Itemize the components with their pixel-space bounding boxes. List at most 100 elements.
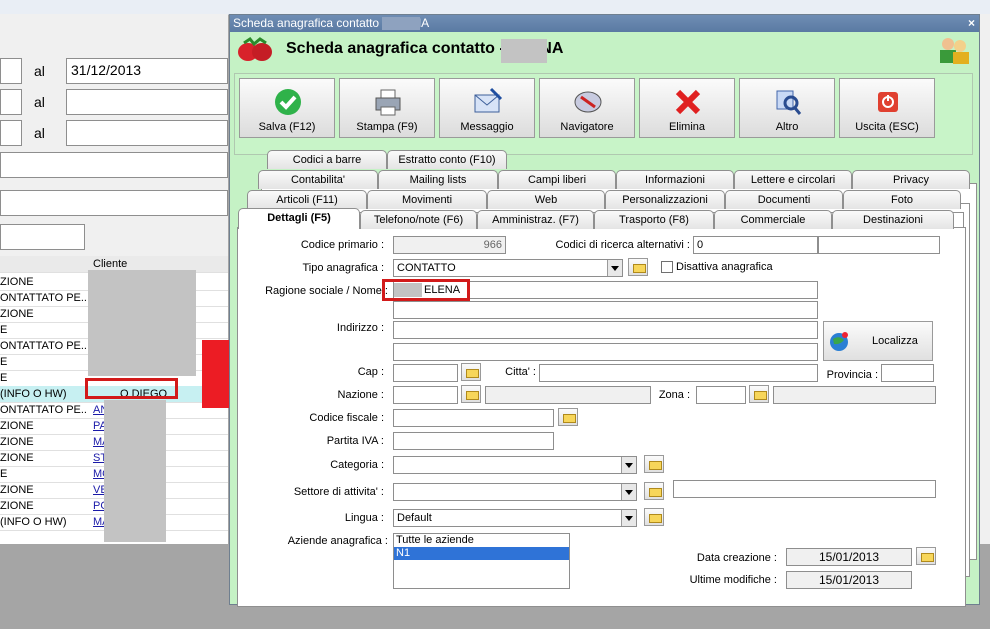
codice-fiscale-field[interactable]	[393, 409, 554, 427]
codice-primario-field[interactable]: 966	[393, 236, 506, 254]
tab-documenti[interactable]: Documenti	[725, 190, 843, 209]
lingua-select[interactable]: Default	[393, 509, 637, 527]
message-button[interactable]: Messaggio	[439, 78, 535, 138]
tab-lettere-circolari[interactable]: Lettere e circolari	[734, 170, 852, 189]
more-label: Altro	[775, 121, 799, 133]
check-icon	[275, 89, 301, 115]
chevron-down-icon[interactable]	[621, 510, 636, 526]
tipo-anagrafica-value: CONTATTO	[397, 262, 456, 274]
tab-personalizzazioni[interactable]: Personalizzazioni	[605, 190, 725, 209]
grid-cell-status: (INFO O HW)	[0, 516, 67, 528]
disattiva-checkbox[interactable]	[661, 261, 673, 273]
users-icon	[940, 38, 969, 64]
provincia-label: Provincia :	[826, 369, 878, 381]
tab-foto[interactable]: Foto	[843, 190, 961, 209]
navigator-button[interactable]: Navigatore	[539, 78, 635, 138]
tab-web[interactable]: Web	[487, 190, 605, 209]
chevron-down-icon[interactable]	[621, 457, 636, 473]
filter-input-wide-2[interactable]	[0, 190, 228, 216]
provincia-field[interactable]	[881, 364, 934, 382]
categoria-folder-icon[interactable]	[644, 455, 664, 473]
aziende-item-tutte[interactable]: Tutte le aziende	[394, 534, 569, 547]
grid-cell-status: ZIONE	[0, 484, 34, 496]
tab-destinazioni[interactable]: Destinazioni	[832, 210, 954, 229]
exit-button[interactable]: Uscita (ESC)	[839, 78, 935, 138]
tab-articoli[interactable]: Articoli (F11)	[247, 190, 367, 209]
tab-codici-a-barre[interactable]: Codici a barre	[267, 150, 387, 169]
zona-label: Zona :	[658, 389, 690, 401]
zona-field[interactable]	[696, 386, 746, 404]
localizza-button[interactable]: Localizza	[823, 321, 933, 361]
codici-ricerca-label: Codici di ricerca alternativi :	[555, 239, 691, 251]
close-icon[interactable]: ×	[968, 15, 975, 32]
date-from-input[interactable]	[0, 58, 22, 84]
grid-cell-status: E	[0, 468, 8, 480]
tab-telefono-note[interactable]: Telefono/note (F6)	[360, 210, 477, 229]
range-from-input-2[interactable]	[0, 89, 22, 115]
save-label: Salva (F12)	[258, 121, 316, 133]
exit-icon	[878, 92, 898, 112]
tab-mailing-lists[interactable]: Mailing lists	[378, 170, 498, 189]
localizza-label: Localizza	[872, 335, 918, 347]
redaction-block-1	[88, 270, 196, 376]
lingua-value: Default	[397, 512, 432, 524]
cap-field[interactable]	[393, 364, 458, 382]
settore-select[interactable]	[393, 483, 637, 501]
delete-label: Elimina	[668, 121, 706, 133]
tab-amministrazione[interactable]: Amministraz. (F7)	[477, 210, 594, 229]
more-button[interactable]: Altro	[739, 78, 835, 138]
aziende-listbox[interactable]: Tutte le aziende N1	[393, 533, 570, 589]
codice-fiscale-folder-icon[interactable]	[558, 408, 578, 426]
indirizzo-field-2[interactable]	[393, 343, 818, 361]
nazione-field[interactable]	[393, 386, 458, 404]
lingua-folder-icon[interactable]	[644, 508, 664, 526]
indirizzo-field[interactable]	[393, 321, 818, 339]
nazione-folder-icon[interactable]	[461, 385, 481, 403]
tab-dettagli[interactable]: Dettagli (F5)	[238, 208, 360, 229]
date-to-input[interactable]: 31/12/2013	[66, 58, 228, 84]
cap-folder-icon[interactable]	[461, 363, 481, 381]
tab-commerciale[interactable]: Commerciale	[714, 210, 832, 229]
filter-input-wide-1[interactable]	[0, 152, 228, 178]
grid-cell-status: E	[0, 324, 8, 336]
magnifier-icon	[776, 90, 802, 115]
title-redaction	[382, 17, 420, 30]
range-to-input-3[interactable]	[66, 120, 228, 146]
settore-folder-icon[interactable]	[644, 482, 664, 500]
codici-ricerca-field[interactable]: 0	[693, 236, 818, 254]
partita-iva-field[interactable]	[393, 432, 554, 450]
print-label: Stampa (F9)	[356, 121, 418, 133]
tab-informazioni[interactable]: Informazioni	[616, 170, 734, 189]
chevron-down-icon[interactable]	[607, 260, 622, 276]
zona-folder-icon[interactable]	[749, 385, 769, 403]
ragione-sociale-field-2[interactable]	[393, 301, 818, 319]
print-button[interactable]: Stampa (F9)	[339, 78, 435, 138]
save-button[interactable]: Salva (F12)	[239, 78, 335, 138]
categoria-select[interactable]	[393, 456, 637, 474]
al-label-2: al	[34, 94, 45, 110]
aziende-item-n1[interactable]: N1	[394, 547, 569, 560]
settore-description-field[interactable]	[673, 480, 936, 498]
dialog-title-bar[interactable]: Scheda anagrafica contatto - ELENA ×	[230, 15, 979, 32]
filter-input-small[interactable]	[0, 224, 85, 250]
highlight-name-field	[382, 279, 470, 301]
tipo-anagrafica-select[interactable]: CONTATTO	[393, 259, 623, 277]
chevron-down-icon[interactable]	[621, 484, 636, 500]
delete-button[interactable]: Elimina	[639, 78, 735, 138]
tab-trasporto[interactable]: Trasporto (F8)	[594, 210, 714, 229]
tab-movimenti[interactable]: Movimenti	[367, 190, 487, 209]
cap-label: Cap :	[357, 366, 384, 378]
contact-detail-dialog: Scheda anagrafica contatto - ELENA × Sch…	[229, 14, 980, 607]
codici-ricerca-field-2[interactable]	[818, 236, 940, 254]
tab-contabilita[interactable]: Contabilita'	[258, 170, 378, 189]
tab-campi-liberi[interactable]: Campi liberi	[498, 170, 616, 189]
citta-field[interactable]	[539, 364, 818, 382]
al-label-1: al	[34, 63, 45, 79]
citta-label: Citta' :	[505, 366, 536, 378]
tab-privacy[interactable]: Privacy	[852, 170, 970, 189]
range-from-input-3[interactable]	[0, 120, 22, 146]
range-to-input-2[interactable]	[66, 89, 228, 115]
calendar-icon[interactable]	[916, 547, 936, 565]
tab-estratto-conto[interactable]: Estratto conto (F10)	[387, 150, 507, 169]
folder-icon[interactable]	[628, 258, 648, 276]
